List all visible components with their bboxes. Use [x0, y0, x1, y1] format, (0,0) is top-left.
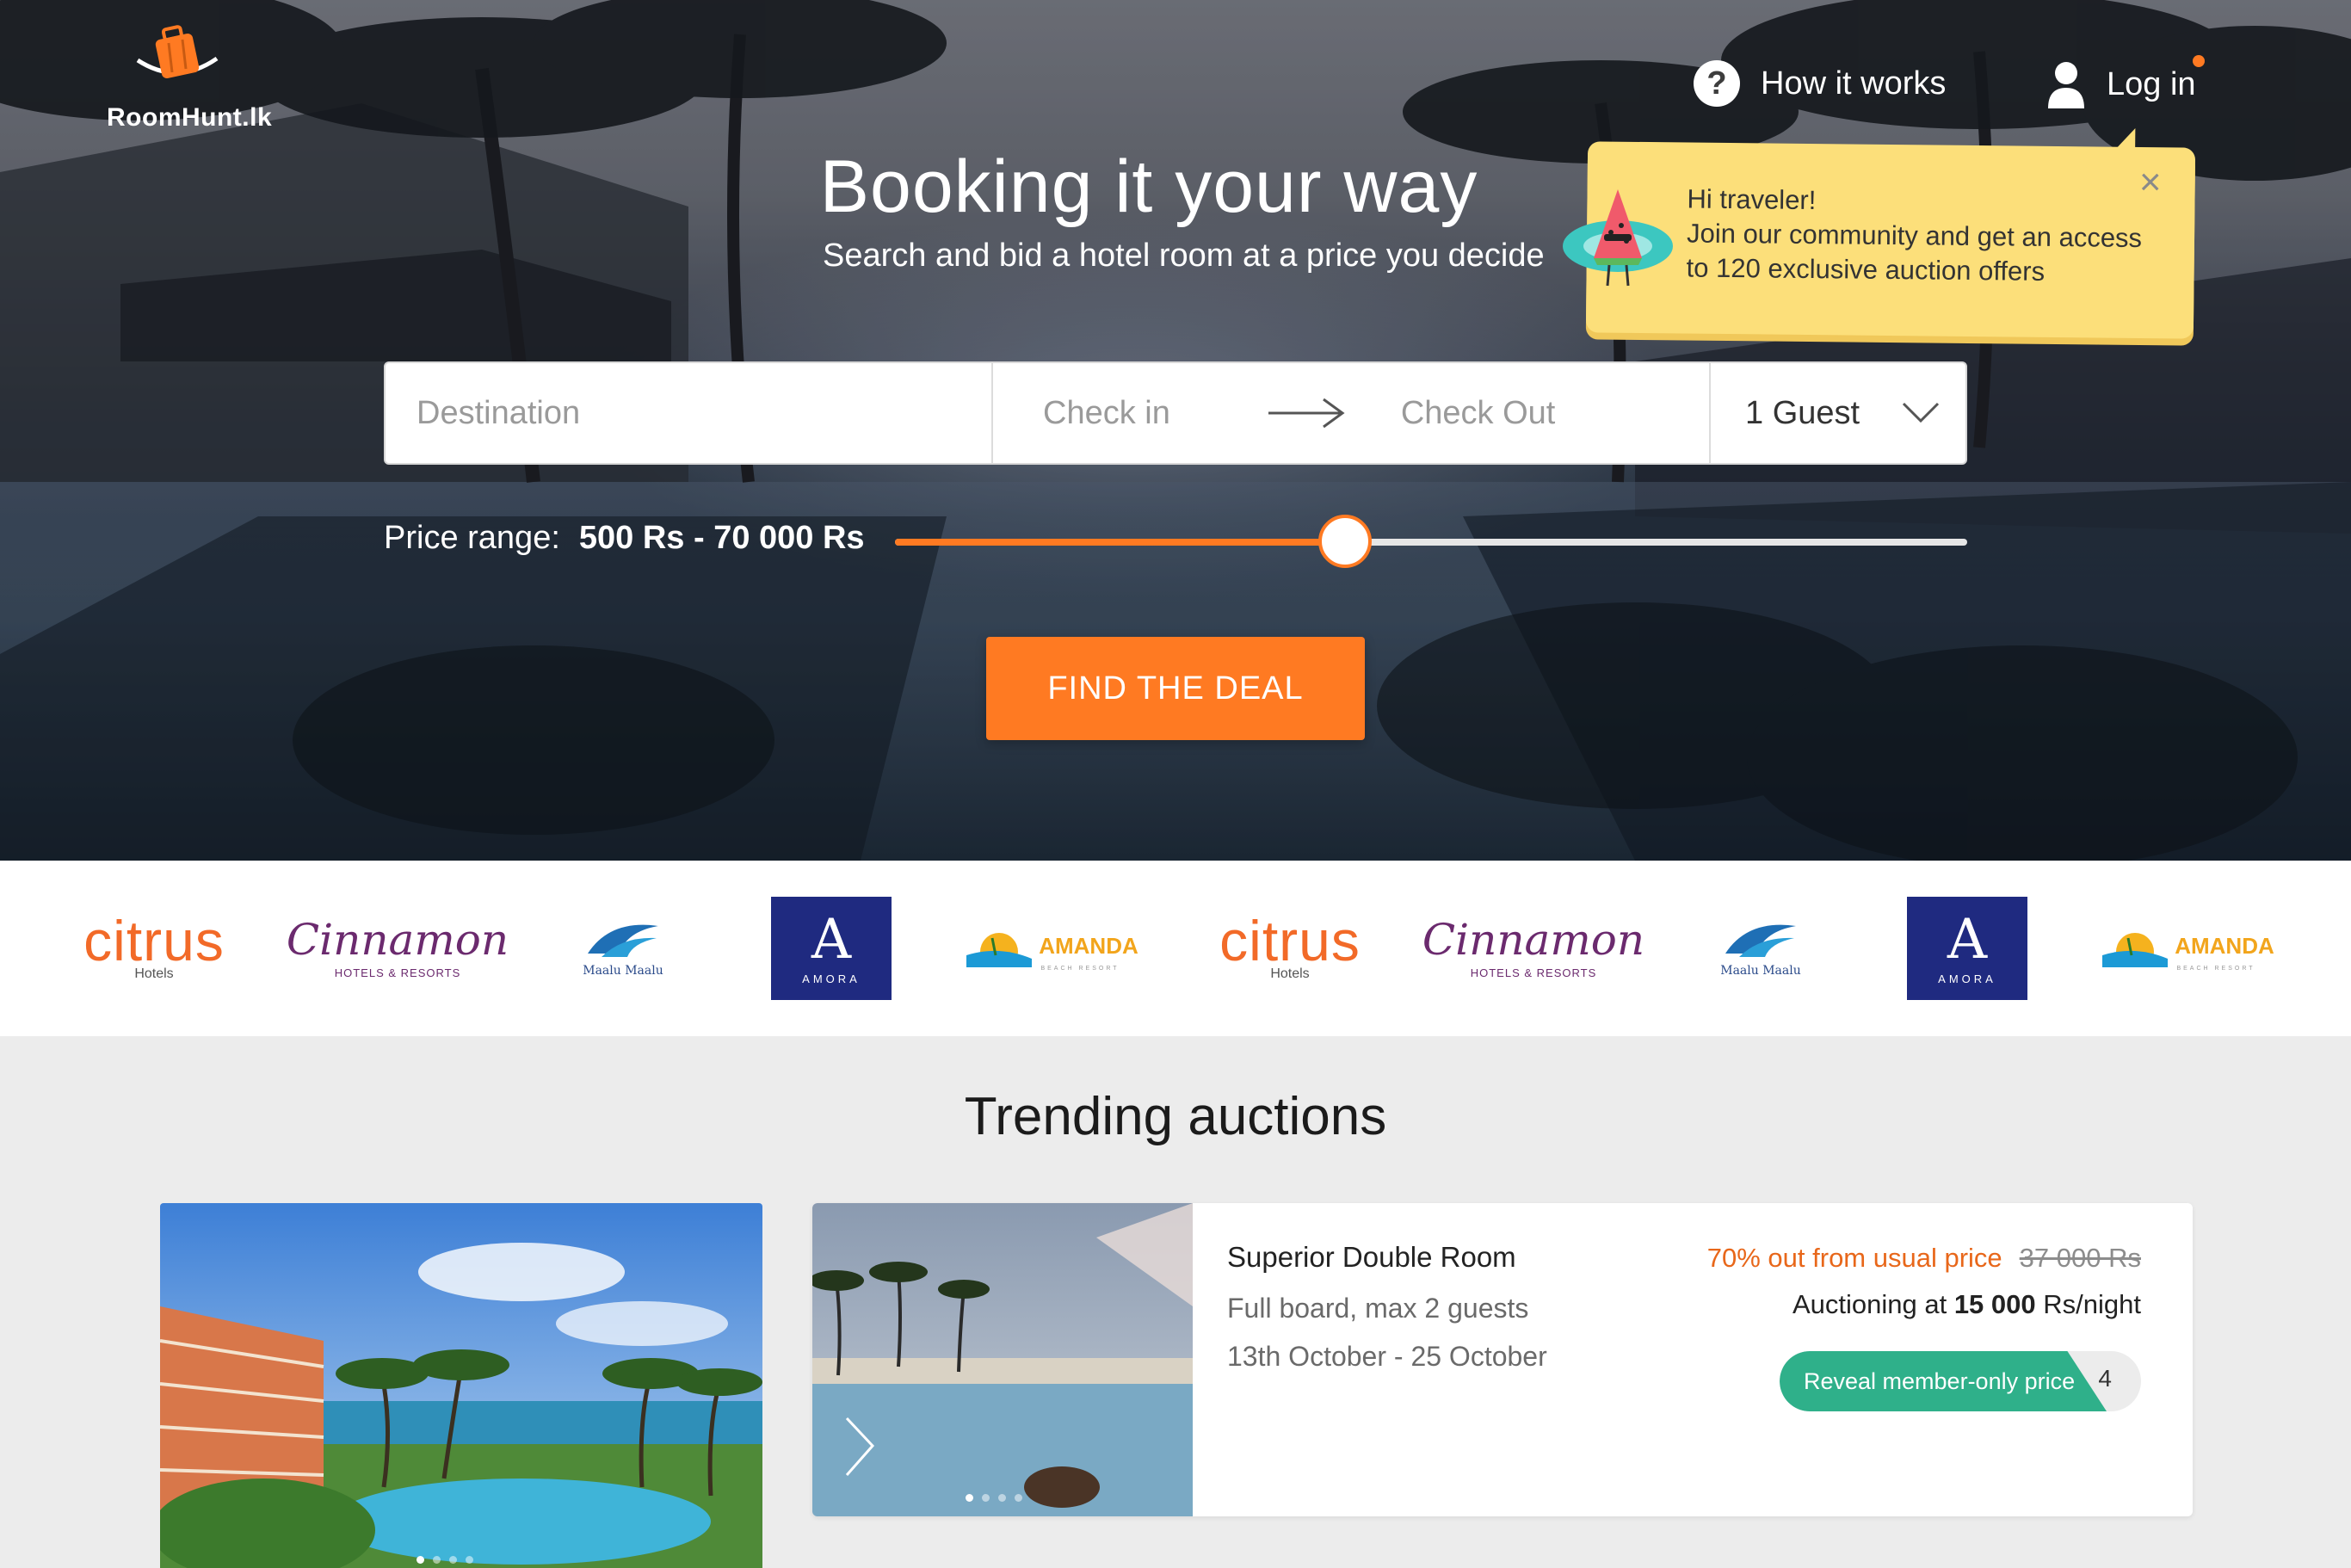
search-bar: Destination Check in Check Out 1 Guest — [384, 361, 1967, 465]
notification-dot — [2193, 55, 2205, 67]
slider-handle[interactable] — [1318, 515, 1373, 568]
date-range-picker[interactable]: Check in Check Out — [993, 363, 1711, 463]
question-circle-icon: ? — [1694, 60, 1740, 107]
arrow-right-icon — [1268, 398, 1345, 429]
partner-amora-logo[interactable]: A AMORA — [1907, 861, 2027, 1036]
checkout-field[interactable]: Check Out — [1401, 395, 1556, 432]
discount-text: 70% out from usual price — [1706, 1243, 2002, 1273]
partner-citrus-logo[interactable]: citrus Hotels — [1219, 861, 1360, 1036]
carousel-dots[interactable] — [417, 1556, 473, 1564]
auction-price: Auctioning at 15 000 Rs/night — [1793, 1289, 2141, 1320]
guests-select[interactable]: 1 Guest — [1711, 363, 1965, 463]
partner-maalu-logo[interactable]: Maalu Maalu — [580, 861, 666, 1036]
tooltip-text: Hi traveler! Join our community and get … — [1686, 182, 2142, 291]
wave-logo-icon — [1725, 924, 1796, 957]
usual-price: 37 000 Rs — [2019, 1243, 2141, 1273]
how-it-works-link[interactable]: ? How it works — [1694, 60, 1946, 107]
sunset-logo-icon — [966, 932, 1033, 967]
guests-value: 1 Guest — [1745, 394, 1860, 431]
slider-fill — [895, 539, 1346, 546]
reveal-price-button[interactable]: Reveal member-only price 4 — [1780, 1351, 2141, 1411]
checkin-field[interactable]: Check in — [1043, 395, 1170, 432]
auction-room-photo — [812, 1203, 1193, 1516]
room-dates: 13th October - 25 October — [1227, 1341, 1547, 1372]
partner-logos-strip: citrus Hotels Cinnamon HOTELS & RESORTS … — [0, 861, 2351, 1036]
tooltip-line-2: to 120 exclusive auction offers — [1686, 252, 2046, 287]
suitcase-logo-icon — [136, 25, 219, 78]
how-it-works-label: How it works — [1761, 65, 1947, 102]
partner-citrus-logo[interactable]: citrus Hotels — [83, 861, 224, 1036]
featured-hotel-card[interactable] — [160, 1203, 762, 1568]
price-range-title: Price range: — [384, 520, 560, 556]
partner-cinnamon-logo[interactable]: Cinnamon HOTELS & RESORTS — [1422, 861, 1644, 1036]
find-deal-button[interactable]: FIND THE DEAL — [986, 637, 1365, 740]
sunset-logo-icon — [2102, 932, 2169, 967]
auction-prefix: Auctioning at — [1792, 1289, 1947, 1319]
trending-auctions-heading: Trending auctions — [964, 1087, 1387, 1146]
room-name: Superior Double Room — [1227, 1241, 1516, 1273]
partner-cinnamon-logo[interactable]: Cinnamon HOTELS & RESORTS — [287, 861, 509, 1036]
auction-price-value: 15 000 — [1953, 1289, 2036, 1319]
carousel-dots[interactable] — [966, 1494, 1022, 1502]
watermelon-mascot-icon — [1563, 189, 1673, 287]
logo-text: RoomHunt.lk — [107, 103, 273, 132]
price-range-value: 500 Rs - 70 000 Rs — [578, 520, 865, 556]
partner-amora-logo[interactable]: A AMORA — [771, 861, 892, 1036]
login-label: Log in — [2107, 65, 2196, 102]
room-board-info: Full board, max 2 guests — [1227, 1293, 1529, 1324]
featured-hotel-photo — [160, 1203, 762, 1568]
tooltip-greeting: Hi traveler! — [1687, 183, 1817, 216]
price-range-label: Price range: 500 Rs - 70 000 Rs — [384, 520, 865, 557]
partner-amanda-logo[interactable]: AMANDA BEACH RESORT — [2096, 861, 2280, 1036]
tooltip-line-1: Join our community and get an access — [1686, 218, 2143, 254]
auction-suffix: Rs/night — [2043, 1289, 2141, 1319]
partner-amanda-logo[interactable]: AMANDA BEACH RESORT — [960, 861, 1145, 1036]
login-link[interactable]: Log in — [2046, 60, 2196, 108]
auction-card[interactable]: Superior Double Room Full board, max 2 g… — [812, 1203, 2193, 1516]
reveal-price-label: Reveal member-only price — [1780, 1351, 2107, 1411]
site-logo[interactable]: RoomHunt.lk — [107, 24, 279, 136]
welcome-tooltip: × Hi traveler! Join our community and ge… — [1585, 141, 2196, 339]
partner-maalu-logo[interactable]: Maalu Maalu — [1718, 861, 1804, 1036]
destination-placeholder: Destination — [417, 394, 581, 431]
discount-info: 70% out from usual price 37 000 Rs — [1707, 1243, 2141, 1274]
hero-subtitle: Search and bid a hotel room at a price y… — [823, 238, 1545, 274]
wave-logo-icon — [588, 924, 658, 957]
reveal-code-peek: 4 — [2098, 1365, 2112, 1392]
price-range-slider[interactable] — [895, 515, 1967, 568]
chevron-down-icon — [1902, 402, 1940, 423]
user-icon — [2048, 62, 2084, 108]
destination-input[interactable]: Destination — [386, 363, 993, 463]
